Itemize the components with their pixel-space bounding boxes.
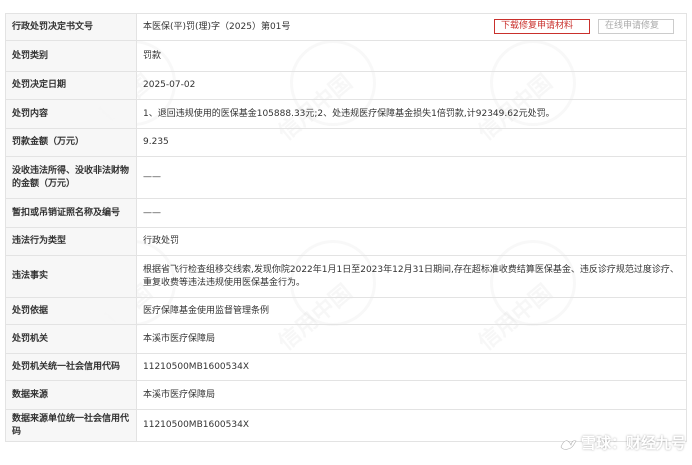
table-row: 违法事实 根据省飞行检查组移交线索,发现你院2022年1月1日至2023年12月… bbox=[5, 255, 687, 298]
row-label: 处罚机关 bbox=[5, 324, 137, 354]
row-label: 处罚类别 bbox=[5, 40, 137, 72]
table-row: 罚款金额（万元） 9.235 bbox=[5, 128, 687, 157]
row-label: 行政处罚决定书文号 bbox=[5, 13, 137, 41]
table-row: 违法行为类型 行政处罚 bbox=[5, 227, 687, 256]
table-row: 处罚决定日期 2025-07-02 bbox=[5, 71, 687, 100]
row-label: 违法事实 bbox=[5, 255, 137, 298]
row-label: 没收违法所得、没收非法财物的金额（万元） bbox=[5, 156, 137, 199]
table-row: 处罚机关统一社会信用代码 11210500MB1600534X bbox=[5, 353, 687, 381]
table-row: 处罚机关 本溪市医疗保障局 bbox=[5, 324, 687, 354]
row-label: 处罚机关统一社会信用代码 bbox=[5, 353, 137, 381]
table-row: 没收违法所得、没收非法财物的金额（万元） —— bbox=[5, 156, 687, 199]
row-value: 1、退回违规使用的医保基金105888.33元;2、处违规医疗保障基金损失1倍罚… bbox=[136, 99, 687, 129]
snowball-logo-icon bbox=[560, 439, 577, 450]
penalty-detail-page: 信用中国 信用中国 信用中国 信用中国 信用中国 信用中国 行政处罚决定书文号 … bbox=[0, 0, 692, 465]
table-row: 处罚内容 1、退回违规使用的医保基金105888.33元;2、处违规医疗保障基金… bbox=[5, 99, 687, 129]
row-value: 9.235 bbox=[136, 128, 687, 157]
row-value: 本溪市医疗保障局 bbox=[136, 380, 687, 410]
row-value: —— bbox=[136, 198, 687, 228]
download-repair-materials-button[interactable]: 下载修复申请材料 bbox=[494, 19, 590, 34]
row-value: 11210500MB1600534X bbox=[136, 353, 687, 381]
row-label: 处罚内容 bbox=[5, 99, 137, 129]
row-label: 处罚依据 bbox=[5, 297, 137, 325]
row-value: 罚款 bbox=[136, 40, 687, 72]
row-label: 数据来源 bbox=[5, 380, 137, 410]
row-label: 暂扣或吊销证照名称及编号 bbox=[5, 198, 137, 228]
row-label: 违法行为类型 bbox=[5, 227, 137, 256]
table-row: 数据来源 本溪市医疗保障局 bbox=[5, 380, 687, 410]
row-value: 本溪市医疗保障局 bbox=[136, 324, 687, 354]
row-label: 数据来源单位统一社会信用代码 bbox=[5, 409, 137, 442]
table-row: 处罚类别 罚款 bbox=[5, 40, 687, 72]
row-value: 行政处罚 bbox=[136, 227, 687, 256]
row-value: 医疗保障基金使用监督管理条例 bbox=[136, 297, 687, 325]
penalty-info-table: 行政处罚决定书文号 本医保(平)罚(理)字（2025）第01号 处罚类别 罚款 … bbox=[5, 13, 687, 442]
table-row: 处罚依据 医疗保障基金使用监督管理条例 bbox=[5, 297, 687, 325]
online-repair-application-button[interactable]: 在线申请修复 bbox=[598, 19, 674, 34]
brand-text: 雪球：财经九号 bbox=[580, 434, 686, 452]
row-label: 处罚决定日期 bbox=[5, 71, 137, 100]
table-row: 暂扣或吊销证照名称及编号 —— bbox=[5, 198, 687, 228]
row-label: 罚款金额（万元） bbox=[5, 128, 137, 157]
row-value: —— bbox=[136, 156, 687, 199]
brand-watermark: 雪球：财经九号 bbox=[559, 432, 686, 453]
row-value: 2025-07-02 bbox=[136, 71, 687, 100]
row-value: 根据省飞行检查组移交线索,发现你院2022年1月1日至2023年12月31日期间… bbox=[136, 255, 687, 298]
